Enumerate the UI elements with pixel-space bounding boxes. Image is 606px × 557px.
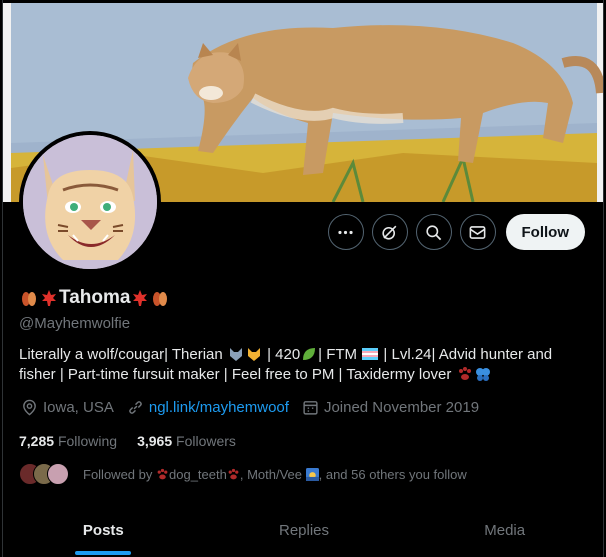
leaves-emoji-icon bbox=[22, 292, 36, 306]
search-icon bbox=[426, 224, 442, 240]
message-icon bbox=[469, 225, 486, 239]
grok-button[interactable] bbox=[371, 214, 408, 250]
profile-page: Follow Tahoma @Mayhemwolfie Literally a … bbox=[2, 0, 604, 557]
join-date: Joined November 2019 bbox=[302, 399, 479, 416]
leaves-emoji-icon bbox=[153, 292, 168, 306]
display-name: Tahoma bbox=[19, 287, 170, 309]
maple-leaf-emoji-icon bbox=[42, 290, 56, 306]
followed-by-text: Followed by dog_teeth, Moth/Vee , and 56… bbox=[83, 466, 467, 482]
following-stat[interactable]: 7,285 Following bbox=[19, 433, 117, 449]
grok-icon bbox=[382, 225, 397, 240]
search-button[interactable] bbox=[415, 214, 452, 250]
leaf-emoji-icon bbox=[303, 348, 316, 360]
wolf-emoji-icon bbox=[229, 348, 242, 361]
calendar-icon bbox=[303, 401, 318, 415]
display-name-text: Tahoma bbox=[59, 287, 131, 308]
location: Iowa, USA bbox=[21, 399, 114, 416]
profile-actions: Follow bbox=[327, 214, 585, 250]
tab-replies[interactable]: Replies bbox=[204, 512, 405, 557]
avatar bbox=[47, 463, 69, 485]
paw-emoji-icon bbox=[228, 468, 239, 479]
profile-meta: Iowa, USA ngl.link/mayhemwoof Joined Nov… bbox=[21, 399, 492, 416]
maple-leaf-emoji-icon bbox=[133, 290, 148, 306]
website-link[interactable]: ngl.link/mayhemwoof bbox=[149, 399, 289, 416]
location-icon bbox=[23, 399, 36, 416]
active-tab-indicator bbox=[75, 551, 132, 555]
more-button[interactable] bbox=[327, 214, 364, 250]
follow-button[interactable]: Follow bbox=[505, 214, 585, 250]
cat-emoji-icon bbox=[247, 348, 260, 361]
more-icon bbox=[338, 230, 353, 234]
profile-avatar[interactable] bbox=[19, 131, 161, 273]
paw-emoji-icon bbox=[458, 367, 471, 380]
trans-flag-emoji-icon bbox=[362, 348, 379, 360]
user-handle: @Mayhemwolfie bbox=[19, 315, 131, 332]
butterfly-emoji-icon bbox=[475, 368, 490, 381]
follow-stats: 7,285 Following 3,965 Followers bbox=[19, 433, 256, 449]
link-icon bbox=[129, 401, 142, 414]
followers-stat[interactable]: 3,965 Followers bbox=[137, 433, 236, 449]
website: ngl.link/mayhemwoof bbox=[127, 399, 289, 416]
paw-emoji-icon bbox=[157, 468, 168, 479]
profile-tabs: Posts Replies Media bbox=[3, 512, 603, 557]
tab-posts[interactable]: Posts bbox=[3, 512, 204, 557]
followed-by[interactable]: Followed by dog_teeth, Moth/Vee , and 56… bbox=[19, 463, 467, 485]
sunset-emoji-icon bbox=[305, 467, 319, 481]
message-button[interactable] bbox=[459, 214, 496, 250]
profile-bio: Literally a wolf/cougar| Therian | 420 | … bbox=[19, 346, 553, 383]
tab-media[interactable]: Media bbox=[404, 512, 603, 557]
avatar-image bbox=[23, 135, 157, 269]
